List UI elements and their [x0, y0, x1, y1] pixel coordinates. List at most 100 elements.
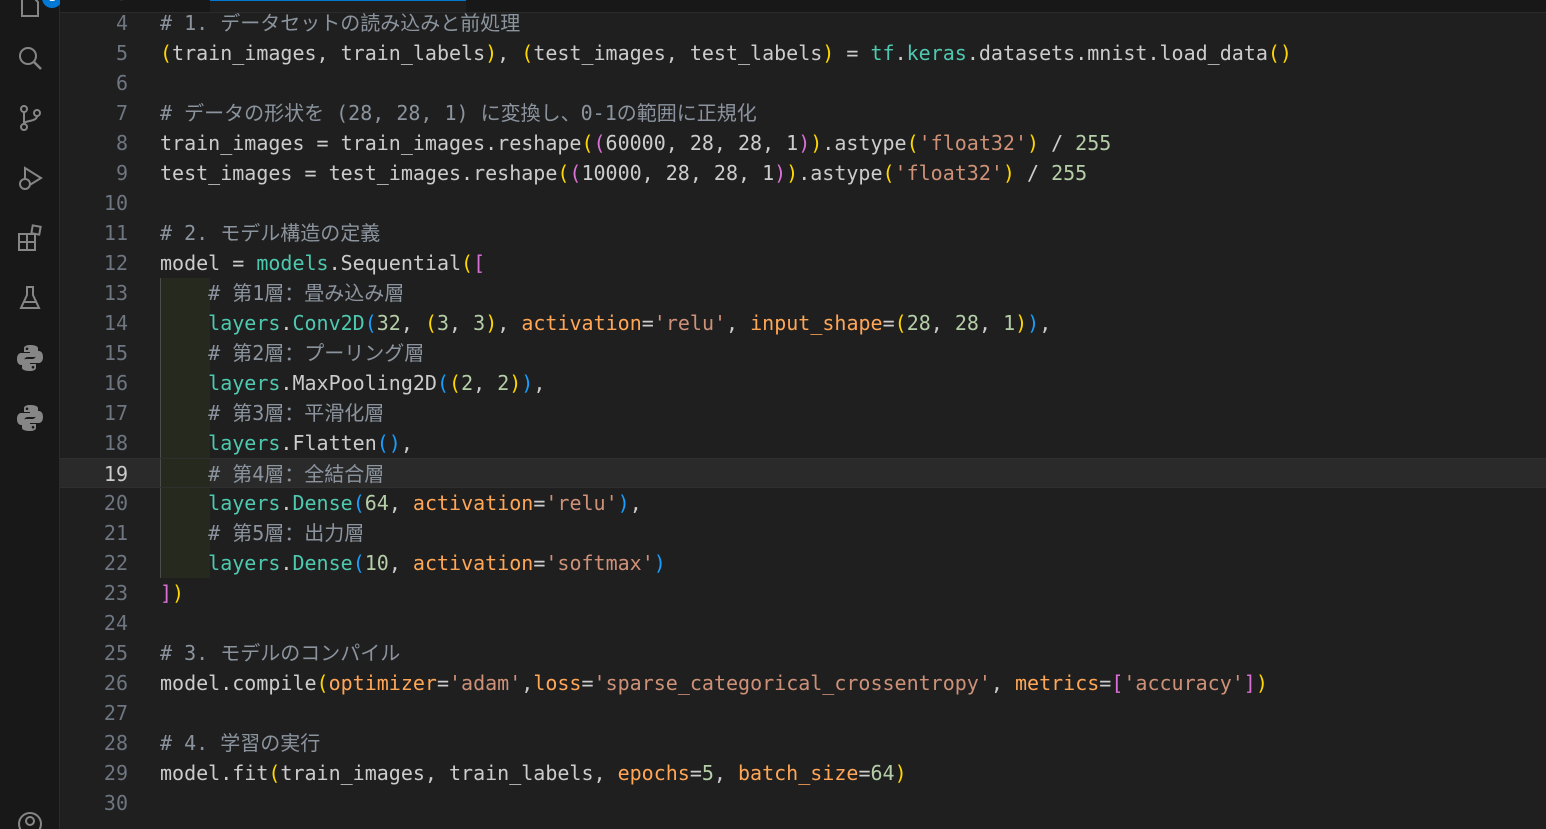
code-token: 'accuracy'	[1123, 671, 1244, 695]
line-number: 5	[115, 41, 128, 65]
code-token: ,	[388, 551, 413, 575]
line-code: model.fit(train_images, train_labels, ep…	[160, 758, 907, 788]
code-token: 1	[1003, 311, 1016, 335]
code-token: =	[834, 41, 871, 65]
code-token: .	[280, 551, 293, 575]
code-token: 255	[1051, 161, 1088, 185]
code-token: 'adam'	[449, 671, 522, 695]
code-token: ,	[1039, 311, 1052, 335]
code-token: ()	[376, 431, 401, 455]
code-token: (	[593, 131, 606, 155]
code-token: # 第1層：畳み込み層	[208, 281, 405, 305]
code-line[interactable]: 20 layers.Dense(64, activation='relu'),	[60, 488, 1546, 518]
code-line[interactable]: 30	[60, 788, 1546, 818]
code-line[interactable]: 11 # 2. モデル構造の定義	[60, 218, 1546, 248]
line-code: layers.Dense(10, activation='softmax')	[160, 548, 666, 578]
code-token: 64	[364, 491, 389, 515]
code-token: )	[774, 161, 787, 185]
vscode-window: 1 34# 1. データセットの読み込みと前処理5(train_images, …	[0, 0, 1546, 829]
code-token: (	[436, 371, 450, 395]
python-icon[interactable]	[14, 342, 46, 374]
code-token: .datasets.mnist.load_data	[966, 41, 1268, 65]
line-number: 15	[103, 341, 128, 365]
code-token: batch_size	[738, 761, 859, 785]
code-token: (	[581, 131, 594, 155]
code-token: keras	[906, 41, 967, 65]
line-code: model = models.Sequential([	[160, 248, 485, 278]
code-line[interactable]: 27	[60, 698, 1546, 728]
line-number: 11	[103, 221, 128, 245]
code-token: )	[1015, 311, 1028, 335]
code-line-current[interactable]: 19 # 第4層：全結合層	[60, 458, 1546, 488]
code-token: # データの形状を (28, 28, 1) に変換し、0-1の範囲に正規化	[160, 101, 757, 125]
run-debug-icon[interactable]	[14, 162, 46, 194]
code-token: test_images = test_images.reshape	[160, 161, 558, 185]
code-token: (	[569, 161, 582, 185]
code-token: ,	[388, 491, 413, 515]
code-token: # 2. モデル構造の定義	[160, 221, 381, 245]
code-line[interactable]: 26 model.compile(optimizer='adam',loss='s…	[60, 668, 1546, 698]
testing-icon[interactable]	[14, 282, 46, 314]
search-icon[interactable]	[14, 42, 46, 74]
code-token: ]	[160, 581, 173, 605]
line-number: 7	[115, 101, 128, 125]
code-line[interactable]: 10	[60, 188, 1546, 218]
code-line[interactable]: 18 layers.Flatten(),	[60, 428, 1546, 458]
code-token: 10	[364, 551, 389, 575]
account-icon[interactable]	[14, 808, 46, 829]
code-line[interactable]: 4 # 1. データセットの読み込みと前処理	[60, 8, 1546, 38]
code-token: .MaxPooling2D	[280, 371, 437, 395]
code-line[interactable]: 25 # 3. モデルのコンパイル	[60, 638, 1546, 668]
line-number: 17	[103, 401, 128, 425]
line-code: # 第1層：畳み込み層	[160, 278, 404, 308]
code-line[interactable]: 3	[60, 0, 1546, 8]
code-line[interactable]: 5 (train_images, train_labels), (test_ima…	[60, 38, 1546, 68]
code-token: )	[786, 161, 799, 185]
line-code: model.compile(optimizer='adam',loss='spa…	[160, 668, 1268, 698]
code-line[interactable]: 28 # 4. 学習の実行	[60, 728, 1546, 758]
code-editor[interactable]: 34# 1. データセットの読み込みと前処理5(train_images, tr…	[60, 0, 1546, 829]
code-line[interactable]: 15 # 第2層：プーリング層	[60, 338, 1546, 368]
code-line[interactable]: 6	[60, 68, 1546, 98]
line-code: test_images = test_images.reshape((10000…	[160, 158, 1087, 188]
code-line[interactable]: 7 # データの形状を (28, 28, 1) に変換し、0-1の範囲に正規化	[60, 98, 1546, 128]
code-token: # 1. データセットの読み込みと前処理	[160, 11, 521, 35]
code-token: .astype	[798, 161, 883, 185]
code-token: )	[822, 41, 835, 65]
code-token: (	[424, 311, 437, 335]
code-token: =	[689, 761, 702, 785]
code-line[interactable]: 22 layers.Dense(10, activation='softmax'…	[60, 548, 1546, 578]
code-line[interactable]: 8 train_images = train_images.reshape((60…	[60, 128, 1546, 158]
code-token: 'sparse_categorical_crossentropy'	[593, 671, 991, 695]
line-number: 24	[103, 611, 128, 635]
code-token: model.fit	[160, 761, 269, 785]
code-line[interactable]: 23])	[60, 578, 1546, 608]
code-token: 28	[954, 311, 979, 335]
line-number: 28	[103, 731, 128, 755]
code-token: Dense	[292, 551, 353, 575]
line-code: # 第5層：出力層	[160, 518, 364, 548]
code-line[interactable]: 13 # 第1層：畳み込み層	[60, 278, 1546, 308]
code-line[interactable]: 21 # 第5層：出力層	[60, 518, 1546, 548]
code-token: # 第2層：プーリング層	[208, 341, 425, 365]
extensions-icon[interactable]	[14, 222, 46, 254]
code-line[interactable]: 9 test_images = test_images.reshape((1000…	[60, 158, 1546, 188]
line-code: # 4. 学習の実行	[160, 728, 320, 758]
code-line[interactable]: 14 layers.Conv2D(32, (3, 3), activation=…	[60, 308, 1546, 338]
code-token: (	[449, 371, 462, 395]
code-line[interactable]: 16 layers.MaxPooling2D((2, 2)),	[60, 368, 1546, 398]
code-token: )	[521, 371, 534, 395]
line-code: # データの形状を (28, 28, 1) に変換し、0-1の範囲に正規化	[160, 98, 757, 128]
python-env-icon[interactable]	[14, 402, 46, 434]
code-line[interactable]: 12 model = models.Sequential([	[60, 248, 1546, 278]
explorer-icon[interactable]: 1	[14, 0, 62, 22]
code-line[interactable]: 24	[60, 608, 1546, 638]
code-line[interactable]: 29 model.fit(train_images, train_labels, …	[60, 758, 1546, 788]
code-line[interactable]: 17 # 第3層：平滑化層	[60, 398, 1546, 428]
source-control-icon[interactable]	[14, 102, 46, 134]
